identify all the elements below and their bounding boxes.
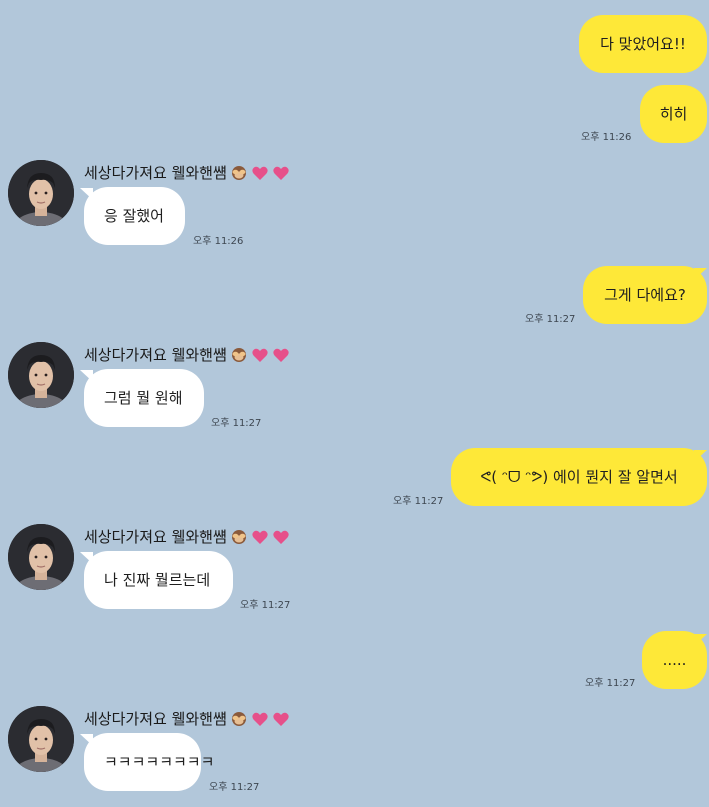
see-no-evil-monkey-icon bbox=[230, 164, 248, 182]
avatar-image bbox=[8, 706, 74, 772]
heart-icon bbox=[251, 346, 269, 364]
sender-name: 세상다가져요 웰와핸썜 bbox=[84, 162, 290, 183]
message-timestamp: 오후 11:27 bbox=[240, 600, 291, 611]
my-message-bubble[interactable]: ..... bbox=[642, 631, 707, 689]
other-message-bubble[interactable]: 그럼 뭘 원해 bbox=[84, 369, 204, 427]
message-timestamp: 오후 11:27 bbox=[585, 678, 636, 689]
message-timestamp: 오후 11:27 bbox=[393, 496, 444, 507]
other-message-bubble[interactable]: 응 잘했어 bbox=[84, 187, 185, 245]
see-no-evil-monkey-icon bbox=[230, 710, 248, 728]
sender-name-text: 세상다가져요 웰와핸썜 bbox=[84, 528, 227, 546]
sender-name-text: 세상다가져요 웰와핸썜 bbox=[84, 710, 227, 728]
my-message-bubble[interactable]: ᕙ( ᵔᗜ ᵔᕗ) 에이 뭔지 잘 알면서 bbox=[451, 448, 707, 506]
message-text: ..... bbox=[662, 651, 687, 669]
my-message-bubble[interactable]: 그게 다에요? bbox=[583, 266, 707, 324]
message-text: 그럼 뭘 원해 bbox=[104, 389, 183, 407]
message-text: 그게 다에요? bbox=[604, 286, 686, 304]
contact-avatar[interactable] bbox=[8, 706, 74, 772]
message-text: 히히 bbox=[659, 105, 688, 123]
heart-icon bbox=[251, 164, 269, 182]
sender-name: 세상다가져요 웰와핸썜 bbox=[84, 708, 290, 729]
contact-avatar[interactable] bbox=[8, 160, 74, 226]
message-timestamp: 오후 11:26 bbox=[581, 132, 632, 143]
sender-name-text: 세상다가져요 웰와핸썜 bbox=[84, 346, 227, 364]
chat-room: 다 맞았어요!! 히히 오후 11:26 세상다가져요 웰와핸썜 응 잘했어 오… bbox=[0, 0, 709, 807]
message-timestamp: 오후 11:27 bbox=[525, 314, 576, 325]
heart-icon bbox=[272, 710, 290, 728]
message-text: ᕙ( ᵔᗜ ᵔᕗ) 에이 뭔지 잘 알면서 bbox=[480, 468, 678, 486]
my-message-bubble[interactable]: 히히 bbox=[640, 85, 707, 143]
other-message-bubble[interactable]: ㅋㅋㅋㅋㅋㅋㅋㅋ bbox=[84, 733, 214, 791]
sender-name-text: 세상다가져요 웰와핸썜 bbox=[84, 164, 227, 182]
sender-name: 세상다가져요 웰와핸썜 bbox=[84, 526, 290, 547]
heart-icon bbox=[251, 710, 269, 728]
message-timestamp: 오후 11:27 bbox=[211, 418, 262, 429]
avatar-image bbox=[8, 342, 74, 408]
sender-name: 세상다가져요 웰와핸썜 bbox=[84, 344, 290, 365]
see-no-evil-monkey-icon bbox=[230, 346, 248, 364]
contact-avatar[interactable] bbox=[8, 342, 74, 408]
other-message-bubble[interactable]: 나 진짜 뭘르는데 bbox=[84, 551, 233, 609]
heart-icon bbox=[272, 528, 290, 546]
heart-icon bbox=[251, 528, 269, 546]
message-timestamp: 오후 11:27 bbox=[209, 782, 260, 793]
avatar-image bbox=[8, 160, 74, 226]
message-text: 응 잘했어 bbox=[104, 207, 164, 225]
message-text: ㅋㅋㅋㅋㅋㅋㅋㅋ bbox=[104, 753, 215, 771]
contact-avatar[interactable] bbox=[8, 524, 74, 590]
message-text: 다 맞았어요!! bbox=[600, 35, 686, 53]
my-message-bubble[interactable]: 다 맞았어요!! bbox=[579, 15, 707, 73]
heart-icon bbox=[272, 164, 290, 182]
message-text: 나 진짜 뭘르는데 bbox=[104, 571, 211, 589]
heart-icon bbox=[272, 346, 290, 364]
see-no-evil-monkey-icon bbox=[230, 528, 248, 546]
message-timestamp: 오후 11:26 bbox=[193, 236, 244, 247]
avatar-image bbox=[8, 524, 74, 590]
